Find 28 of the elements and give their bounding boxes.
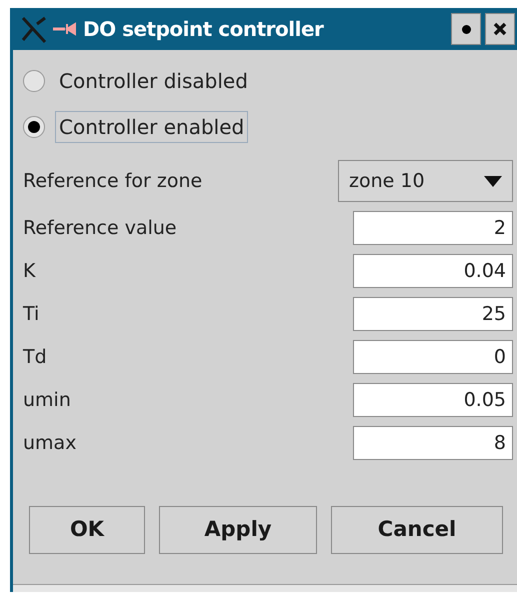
field-label: Ti	[23, 302, 40, 327]
dialog-button[interactable]: Cancel	[331, 506, 503, 554]
close-icon	[493, 22, 507, 36]
dialog-button[interactable]: Apply	[159, 506, 317, 554]
field-label: Td	[23, 344, 47, 370]
close-button[interactable]	[485, 13, 515, 45]
minimize-button[interactable]	[451, 13, 481, 45]
field-label: umax	[23, 430, 76, 456]
field-label: Reference for zone	[23, 168, 202, 194]
radio-label: Controller disabled	[58, 68, 249, 95]
field-label: umin	[23, 388, 71, 413]
radio-label: Controller enabled	[55, 111, 248, 143]
number-field[interactable]: 8	[353, 426, 513, 460]
field-label: K	[23, 258, 36, 284]
zone-dropdown[interactable]: zone 10	[338, 160, 513, 202]
number-field[interactable]: 0.05	[353, 383, 513, 417]
dialog-button[interactable]: OK	[29, 506, 145, 554]
caret-icon	[484, 176, 502, 186]
number-field[interactable]: 0	[353, 340, 513, 374]
radio-option[interactable]: Controller enabled	[23, 108, 509, 146]
radio-option[interactable]: Controller disabled	[23, 62, 509, 100]
pin-icon	[53, 22, 79, 36]
field-label: Reference value	[23, 216, 177, 241]
number-field[interactable]: 0.04	[353, 254, 513, 288]
window-title: DO setpoint controller	[83, 16, 324, 43]
number-field[interactable]: 2	[353, 211, 513, 245]
x-logo-icon	[19, 14, 49, 44]
number-field[interactable]: 25	[353, 297, 513, 331]
